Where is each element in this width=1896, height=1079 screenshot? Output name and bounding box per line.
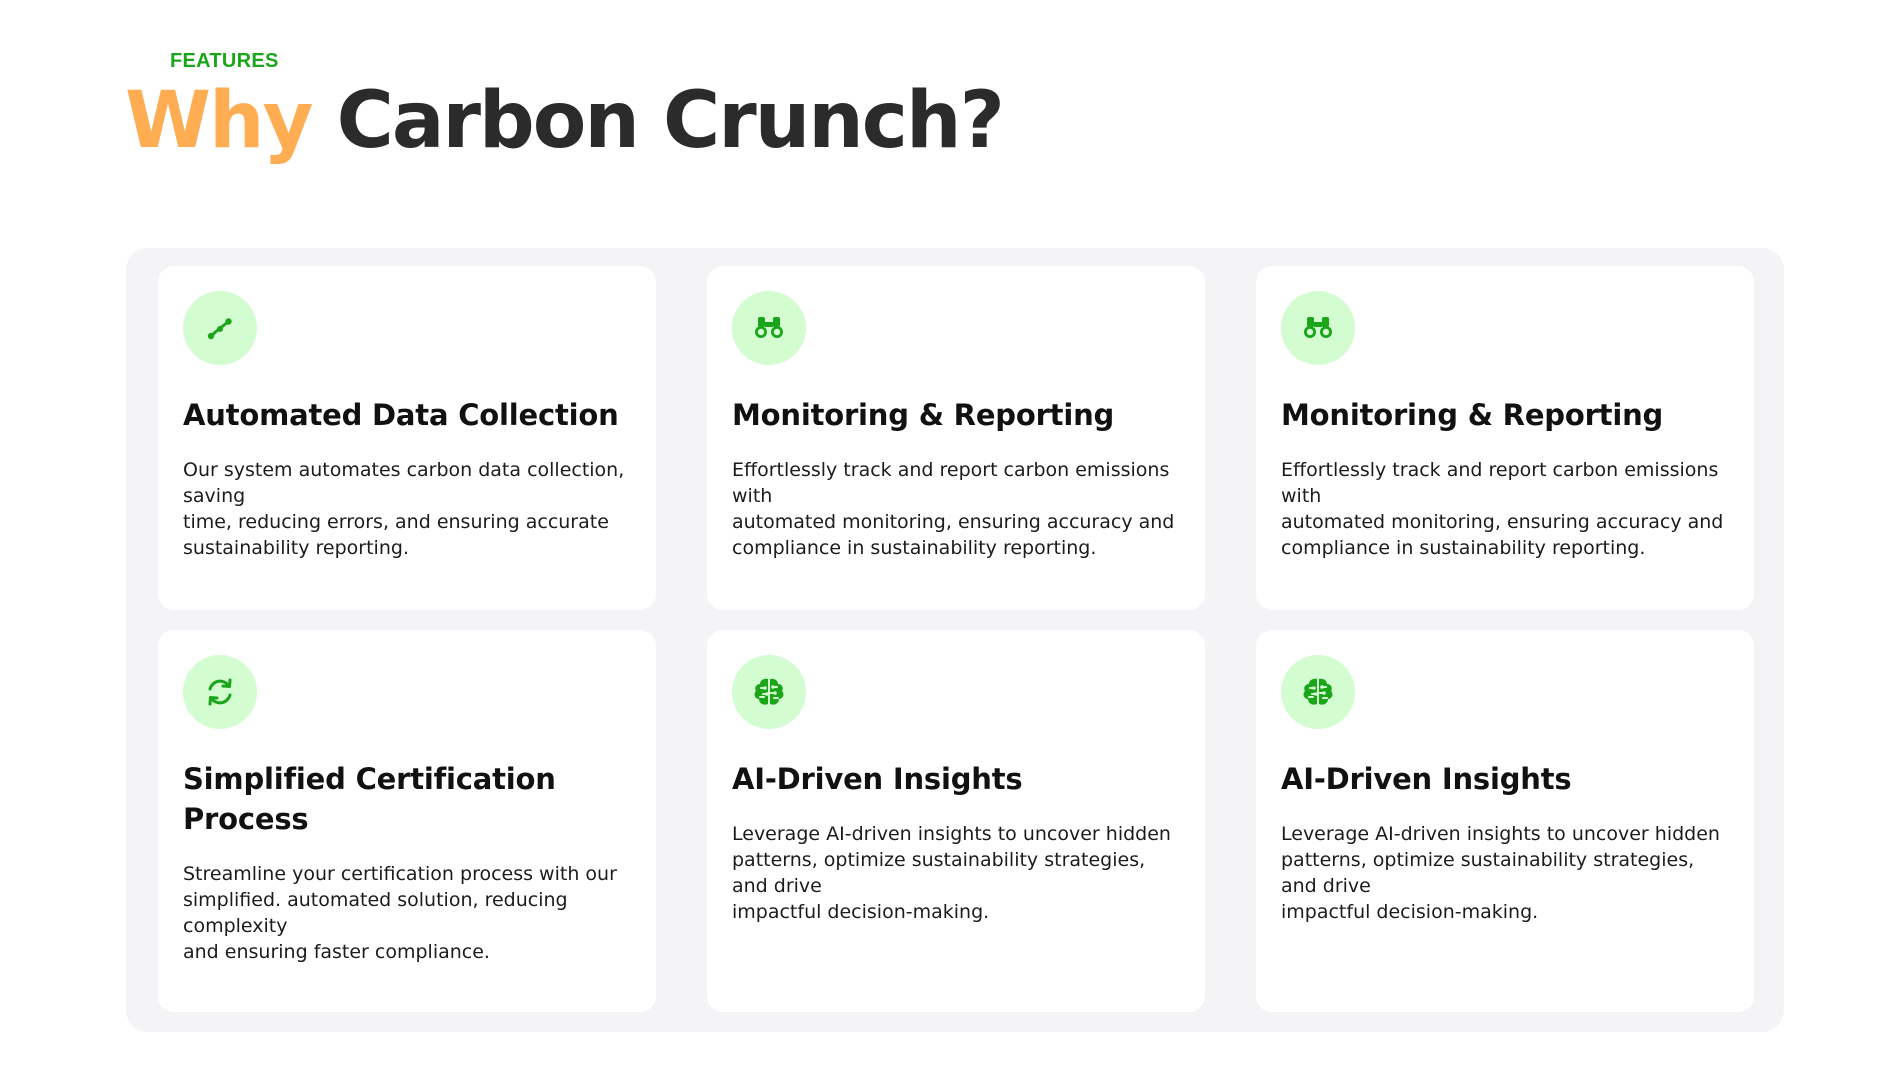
- feature-description-line: Leverage AI-driven insights to uncover h…: [732, 823, 1171, 897]
- features-panel: Automated Data Collection Our system aut…: [126, 248, 1784, 1032]
- feature-description-line: Our system automates carbon data collect…: [183, 459, 625, 507]
- feature-description: Leverage AI-driven insights to uncover h…: [732, 821, 1180, 925]
- feature-card-monitoring-reporting: Monitoring & Reporting Effortlessly trac…: [1256, 266, 1754, 610]
- feature-description: Effortlessly track and report carbon emi…: [1281, 457, 1729, 561]
- feature-card-ai-driven-insights: AI-Driven Insights Leverage AI-driven in…: [707, 630, 1205, 1012]
- feature-description-line: Effortlessly track and report carbon emi…: [732, 459, 1170, 507]
- feature-title: Automated Data Collection: [183, 398, 619, 432]
- feature-description: Effortlessly track and report carbon emi…: [732, 457, 1180, 561]
- brain-icon: [1281, 655, 1355, 729]
- feature-title: AI-Driven Insights: [732, 762, 1023, 796]
- feature-description-line: Leverage AI-driven insights to uncover h…: [1281, 823, 1720, 897]
- feature-card-automated-data-collection: Automated Data Collection Our system aut…: [158, 266, 656, 610]
- section-eyebrow: FEATURES: [170, 50, 279, 72]
- binoculars-icon: [732, 291, 806, 365]
- section-title-rest: Carbon Crunch?: [336, 76, 1005, 166]
- feature-description: Leverage AI-driven insights to uncover h…: [1281, 821, 1729, 925]
- refresh-icon: [183, 655, 257, 729]
- feature-description-line: time, reducing errors, and ensuring accu…: [183, 511, 609, 559]
- feature-description-line: Streamline your certification process wi…: [183, 863, 617, 937]
- feature-title: Monitoring & Reporting: [1281, 398, 1664, 432]
- feature-title: AI-Driven Insights: [1281, 762, 1572, 796]
- features-grid: Automated Data Collection Our system aut…: [158, 266, 1754, 1012]
- feature-description: Streamline your certification process wi…: [183, 861, 631, 965]
- feature-description-line: and ensuring faster compliance.: [183, 941, 490, 963]
- feature-card-ai-driven-insights: AI-Driven Insights Leverage AI-driven in…: [1256, 630, 1754, 1012]
- feature-title: Monitoring & Reporting: [732, 398, 1115, 432]
- binoculars-icon: [1281, 291, 1355, 365]
- feature-description-line: impactful decision-making.: [1281, 901, 1539, 923]
- feature-description-line: automated monitoring, ensuring accuracy …: [1281, 511, 1724, 559]
- data-collection-icon: [183, 291, 257, 365]
- feature-card-monitoring-reporting: Monitoring & Reporting Effortlessly trac…: [707, 266, 1205, 610]
- feature-description: Our system automates carbon data collect…: [183, 457, 631, 561]
- section-title-accent: Why: [125, 76, 313, 166]
- feature-description-line: impactful decision-making.: [732, 901, 990, 923]
- feature-description-line: Effortlessly track and report carbon emi…: [1281, 459, 1719, 507]
- section-title: Why Carbon Crunch?: [125, 82, 1005, 160]
- brain-icon: [732, 655, 806, 729]
- feature-title: Simplified Certification Process: [183, 762, 556, 836]
- feature-description-line: automated monitoring, ensuring accuracy …: [732, 511, 1175, 559]
- feature-card-simplified-certification: Simplified Certification Process Streaml…: [158, 630, 656, 1012]
